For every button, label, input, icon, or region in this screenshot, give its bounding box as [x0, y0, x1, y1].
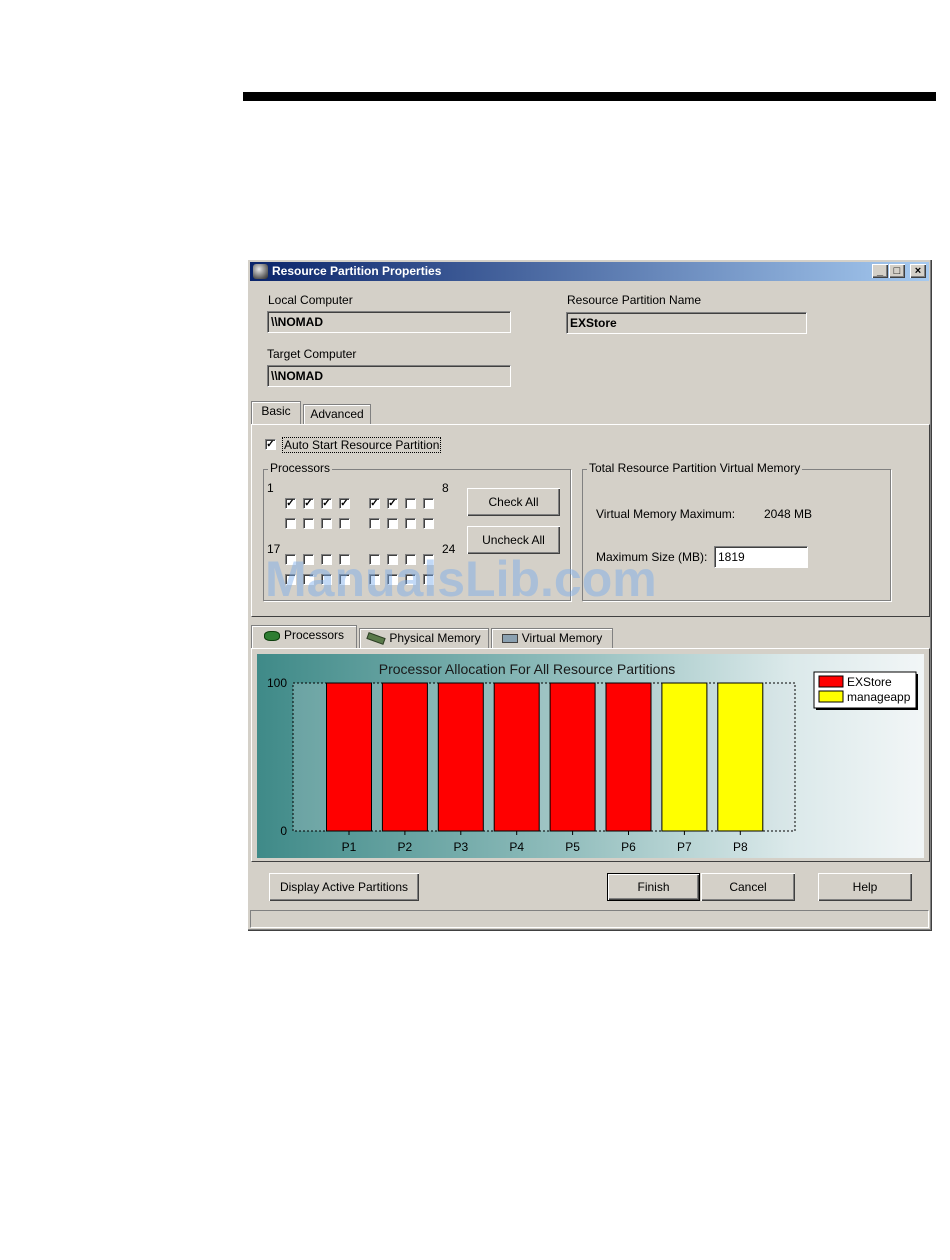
status-bar [250, 910, 929, 928]
processor-checkbox-1[interactable]: ✓ [285, 498, 296, 509]
minimize-icon: _ [876, 265, 884, 277]
chart-area: Processor Allocation For All Resource Pa… [257, 654, 924, 858]
tab-processors[interactable]: Processors [251, 625, 357, 648]
tab-advanced-label: Advanced [310, 407, 364, 421]
processor-checkbox-4[interactable]: ✓ [339, 498, 350, 509]
watermark: ManualsLib.com [265, 551, 657, 607]
bar-p1 [326, 682, 372, 832]
max-size-input[interactable]: 1819 [714, 546, 808, 568]
tab-physical-memory-label: Physical Memory [389, 631, 481, 645]
tab-basic[interactable]: Basic [251, 401, 301, 424]
check-mark-icon: ✓ [304, 498, 313, 509]
legend-swatch-manageapp [818, 690, 844, 703]
virtual-memory-group-title: Total Resource Partition Virtual Memory [587, 461, 803, 475]
x-tick-label-p5: P5 [565, 840, 580, 854]
check-mark-icon: ✓ [286, 498, 295, 509]
help-button[interactable]: Help [818, 873, 912, 901]
check-mark-icon: ✓ [266, 439, 275, 450]
tab-virtual-memory[interactable]: Virtual Memory [491, 628, 613, 648]
partition-name-field[interactable]: EXStore [566, 312, 807, 334]
partition-name-label: Resource Partition Name [567, 293, 702, 307]
check-mark-icon: ✓ [370, 498, 379, 509]
bar-p5 [549, 682, 596, 832]
check-mark-icon: ✓ [322, 498, 331, 509]
legend-swatch-exstore [818, 675, 844, 688]
maximize-icon: □ [893, 265, 901, 277]
bar-p6 [605, 682, 652, 832]
processor-allocation-chart: Processor Allocation For All Resource Pa… [267, 661, 918, 854]
legend-label-manageapp: manageapp [847, 690, 911, 704]
processor-checkbox-12[interactable] [339, 518, 350, 529]
tab-virtual-memory-label: Virtual Memory [521, 631, 603, 645]
x-tick-label-p3: P3 [453, 840, 468, 854]
processor-checkbox-2[interactable]: ✓ [303, 498, 314, 509]
processor-checkbox-7[interactable] [405, 498, 416, 509]
x-tick-label-p6: P6 [621, 840, 636, 854]
virtual-memory-icon [501, 634, 518, 644]
tab-advanced[interactable]: Advanced [303, 404, 371, 424]
maximize-button[interactable]: □ [889, 264, 905, 278]
local-computer-label: Local Computer [268, 293, 353, 307]
legend-label-exstore: EXStore [847, 675, 892, 689]
processor-checkbox-14[interactable] [387, 518, 398, 529]
tab-basic-label: Basic [261, 404, 291, 418]
check-mark-icon: ✓ [340, 498, 349, 509]
finish-button[interactable]: Finish [607, 873, 700, 901]
window-title: Resource Partition Properties [272, 264, 442, 278]
bar-p8 [717, 682, 764, 832]
x-tick-label-p1: P1 [342, 840, 357, 854]
bar-p3 [437, 682, 484, 832]
processor-checkbox-6[interactable]: ✓ [387, 498, 398, 509]
processor-checkbox-10[interactable] [303, 518, 314, 529]
y-tick-label-max: 100 [267, 676, 287, 690]
processor-label-8: 8 [442, 481, 449, 495]
chart-title: Processor Allocation For All Resource Pa… [379, 661, 675, 677]
local-computer-field[interactable]: \\NOMAD [267, 311, 511, 333]
x-tick-label-p7: P7 [677, 840, 692, 854]
processor-checkbox-11[interactable] [321, 518, 332, 529]
close-button[interactable]: × [910, 264, 926, 278]
display-active-partitions-button[interactable]: Display Active Partitions [269, 873, 419, 901]
processor-checkbox-13[interactable] [369, 518, 380, 529]
x-tick-label-p4: P4 [509, 840, 524, 854]
tab-physical-memory[interactable]: Physical Memory [359, 628, 489, 648]
vm-max-value: 2048 MB [764, 507, 813, 521]
processor-checkbox-15[interactable] [405, 518, 416, 529]
y-tick-label-min: 0 [280, 824, 287, 838]
processor-chip-icon [263, 630, 280, 641]
app-icon [253, 264, 268, 279]
memory-module-icon [366, 632, 386, 646]
title-bar[interactable]: Resource Partition Properties _ □ × [250, 262, 929, 281]
tab-processors-label: Processors [283, 628, 345, 642]
processors-tab-panel: Processor Allocation For All Resource Pa… [251, 648, 930, 862]
processor-checkbox-9[interactable] [285, 518, 296, 529]
minimize-button[interactable]: _ [872, 264, 888, 278]
processor-label-1: 1 [267, 481, 274, 495]
processors-group-title: Processors [268, 461, 333, 475]
vm-max-label: Virtual Memory Maximum: [596, 507, 736, 521]
close-icon: × [914, 265, 922, 277]
target-computer-field[interactable]: \\NOMAD [267, 365, 511, 387]
bar-p2 [381, 682, 428, 832]
check-mark-icon: ✓ [388, 498, 397, 509]
bar-p4 [493, 682, 540, 832]
check-all-button[interactable]: Check All [467, 488, 560, 516]
page-header-rule [243, 92, 936, 101]
bar-p7 [661, 682, 708, 832]
cancel-button[interactable]: Cancel [701, 873, 795, 901]
target-computer-label: Target Computer [267, 347, 357, 361]
processor-checkbox-5[interactable]: ✓ [369, 498, 380, 509]
x-tick-label-p8: P8 [733, 840, 748, 854]
auto-start-label[interactable]: Auto Start Resource Partition [282, 437, 442, 453]
x-tick-label-p2: P2 [398, 840, 413, 854]
processor-checkbox-3[interactable]: ✓ [321, 498, 332, 509]
processor-checkbox-8[interactable] [423, 498, 434, 509]
auto-start-checkbox[interactable]: ✓ [265, 439, 276, 450]
processor-checkbox-16[interactable] [423, 518, 434, 529]
